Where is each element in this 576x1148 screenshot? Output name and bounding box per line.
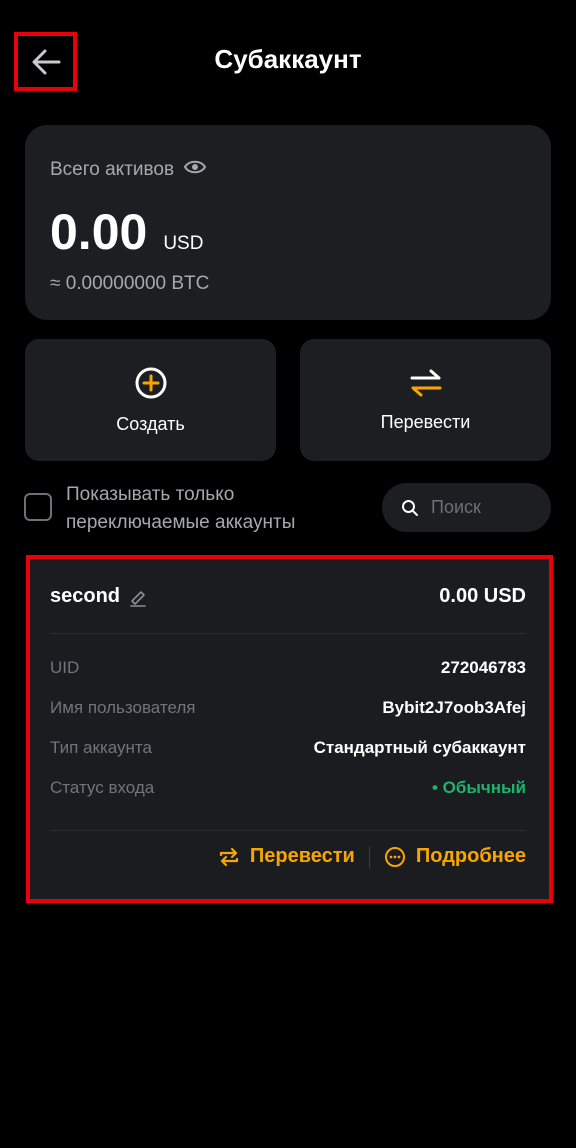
more-dots-icon bbox=[384, 846, 405, 867]
info-key: Статус входа bbox=[50, 778, 155, 797]
search-input[interactable] bbox=[431, 497, 531, 518]
switchable-only-label: Показывать только переключаемые аккаунты bbox=[66, 484, 296, 533]
transfer-button[interactable]: Перевести bbox=[300, 339, 551, 461]
create-button[interactable]: Создать bbox=[25, 339, 276, 461]
header: Субаккаунт bbox=[0, 0, 576, 124]
subaccount-name-row: second bbox=[50, 585, 148, 608]
info-row-uid: UID 272046783 bbox=[50, 658, 526, 678]
subaccount-balance: 0.00 USD bbox=[439, 585, 526, 607]
total-assets-card: Всего активов 0.00 USD ≈ 0.00000000 BTC bbox=[25, 125, 551, 320]
edit-pencil-icon[interactable] bbox=[128, 587, 148, 607]
info-value: 272046783 bbox=[440, 658, 526, 677]
info-value: Стандартный субаккаунт bbox=[313, 738, 526, 757]
total-assets-label-row: Всего активов bbox=[50, 159, 207, 181]
subaccount-transfer-label: Перевести bbox=[249, 845, 355, 867]
assets-btc-equivalent: ≈ 0.00000000 BTC bbox=[50, 273, 210, 294]
assets-value: 0.00 bbox=[50, 204, 148, 260]
info-row-username: Имя пользователя Bybit2J7oob3Afej bbox=[50, 698, 526, 718]
subaccount-details-label: Подробнее bbox=[415, 845, 526, 867]
create-label: Создать bbox=[116, 413, 185, 434]
search-icon bbox=[402, 499, 418, 516]
status-badge: • Обычный bbox=[431, 778, 526, 797]
info-key: UID bbox=[50, 658, 80, 677]
swap-arrows-icon bbox=[410, 369, 441, 396]
assets-currency: USD bbox=[163, 233, 204, 254]
divider bbox=[50, 633, 526, 634]
plus-circle-icon bbox=[135, 367, 166, 398]
divider bbox=[50, 830, 526, 831]
page-title: Субаккаунт bbox=[214, 44, 362, 74]
total-assets-amount: 0.00 USD bbox=[50, 203, 203, 261]
info-row-login-status: Статус входа • Обычный bbox=[50, 778, 526, 798]
subaccount-details-button[interactable]: Подробнее bbox=[384, 845, 526, 868]
subaccount-name: second bbox=[50, 585, 121, 607]
transfer-icon bbox=[219, 847, 239, 866]
info-key: Имя пользователя bbox=[50, 698, 196, 717]
subaccount-transfer-button[interactable]: Перевести bbox=[218, 845, 355, 868]
transfer-label: Перевести bbox=[380, 411, 471, 432]
switchable-only-checkbox[interactable] bbox=[24, 493, 52, 521]
info-key: Тип аккаунта bbox=[50, 738, 152, 757]
info-row-account-type: Тип аккаунта Стандартный субаккаунт bbox=[50, 738, 526, 758]
divider bbox=[368, 845, 370, 868]
subaccount-card[interactable]: second 0.00 USD UID 272046783 Имя пользо… bbox=[26, 555, 553, 903]
info-value: Bybit2J7oob3Afej bbox=[382, 698, 526, 717]
eye-icon[interactable] bbox=[183, 159, 207, 181]
subaccount-actions: Перевести Подробнее bbox=[218, 845, 526, 868]
total-assets-label: Всего активов bbox=[50, 159, 175, 180]
search-box[interactable] bbox=[382, 483, 551, 532]
